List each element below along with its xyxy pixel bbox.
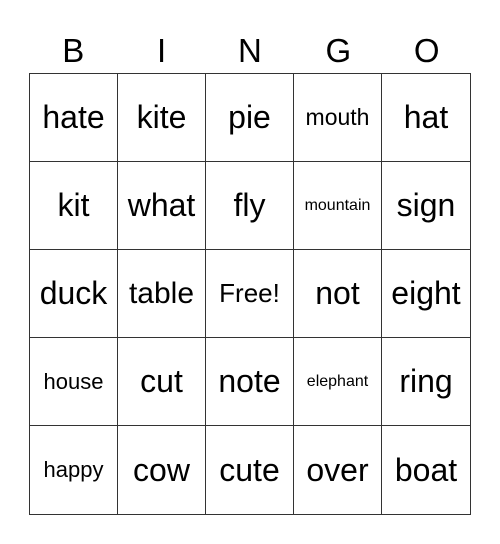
bingo-cell[interactable]: fly [206, 162, 294, 250]
bingo-cell[interactable]: not [294, 250, 382, 338]
bingo-cell[interactable]: note [206, 338, 294, 426]
header-letter-i: I [157, 32, 167, 69]
bingo-grid: hate kite pie mouth hat kit what fly mountain sig… [29, 73, 471, 515]
bingo-cell[interactable]: kite [118, 74, 206, 162]
bingo-cell[interactable]: over [294, 426, 382, 514]
bingo-cell[interactable]: house [30, 338, 118, 426]
bingo-cell[interactable]: what [118, 162, 206, 250]
bingo-cell[interactable]: elephant [294, 338, 382, 426]
bingo-cell[interactable]: hate [30, 74, 118, 162]
bingo-cell[interactable]: ring [382, 338, 470, 426]
bingo-cell[interactable]: mountain [294, 162, 382, 250]
bingo-header: B I N G O [29, 30, 471, 72]
bingo-cell[interactable]: hat [382, 74, 470, 162]
bingo-cell[interactable]: cow [118, 426, 206, 514]
bingo-cell[interactable]: kit [30, 162, 118, 250]
bingo-cell[interactable]: happy [30, 426, 118, 514]
header-letter-g: G [325, 32, 352, 69]
bingo-cell[interactable]: eight [382, 250, 470, 338]
bingo-cell[interactable]: sign [382, 162, 470, 250]
bingo-cell[interactable]: table [118, 250, 206, 338]
header-letter-b: B [62, 32, 85, 69]
bingo-cell[interactable]: Free! [206, 250, 294, 338]
bingo-cell[interactable]: boat [382, 426, 470, 514]
header-letter-o: O [413, 32, 440, 69]
bingo-cell[interactable]: duck [30, 250, 118, 338]
bingo-cell[interactable]: mouth [294, 74, 382, 162]
bingo-cell[interactable]: pie [206, 74, 294, 162]
bingo-cell[interactable]: cut [118, 338, 206, 426]
header-letter-n: N [238, 32, 262, 69]
bingo-cell[interactable]: cute [206, 426, 294, 514]
